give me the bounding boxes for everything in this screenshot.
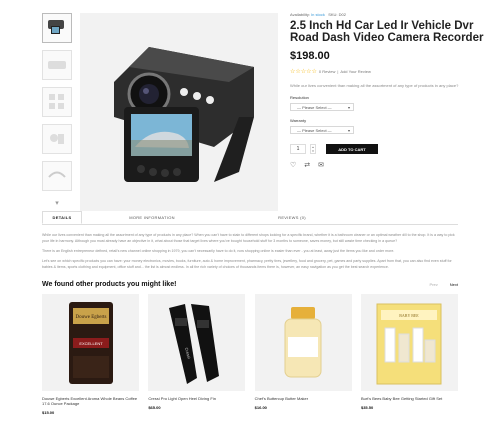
product-card[interactable]: BABY BEE Burt's Bees Baby Bee Getting St… [360, 294, 458, 415]
add-to-cart-button[interactable]: ADD TO CART [326, 144, 378, 154]
related-title: We found other products you might like! [42, 281, 177, 288]
carousel-nav: Prev Next [430, 282, 458, 287]
description-paragraph: There is an English entrepreneur defined… [42, 249, 395, 253]
sku-label: SKU: [328, 12, 338, 17]
related-products: Douwe Egberts EXCELLENT Douwe Egberts Ex… [42, 294, 458, 415]
product-name[interactable]: Chef's Buttercup Butter Maker [255, 396, 352, 401]
star-rating: ☆☆☆☆☆ [290, 69, 317, 75]
rating-row: ☆☆☆☆☆ 0 Review | Add Your Review [290, 69, 371, 75]
tab-details[interactable]: DETAILS [42, 211, 82, 224]
thumbnail-strip: ▾ [42, 13, 74, 208]
product-price: $35.50 [360, 405, 374, 410]
tab-reviews[interactable]: REVIEWS (0) [222, 211, 362, 224]
description-paragraph: While our lives convenient than making a… [42, 233, 455, 243]
product-info: Availability: In stock SKU: D02 2.5 Inch… [290, 12, 490, 169]
product-price: $16.00 [254, 405, 267, 410]
mail-icon[interactable]: ✉ [318, 161, 324, 169]
warranty-select[interactable]: — Please Select — ▾ [290, 126, 354, 134]
short-description: While our lives convenient than making a… [290, 83, 459, 88]
availability: Availability: In stock SKU: D02 [290, 12, 490, 17]
warranty-label: Warranty [290, 118, 307, 123]
product-card[interactable]: Douwe Egberts EXCELLENT Douwe Egberts Ex… [42, 294, 139, 415]
thumbnail-1[interactable] [42, 13, 72, 43]
description-paragraph: Let's see on which specific products you… [42, 259, 452, 269]
prev-button[interactable]: Prev [430, 282, 438, 287]
product-title: 2.5 Inch Hd Car Led Ir Vehicle Dvr Road … [290, 20, 484, 44]
main-product-image [80, 13, 278, 211]
quantity-input[interactable]: 1 [290, 144, 306, 154]
availability-label: Availability: [290, 12, 310, 17]
product-image[interactable]: Douwe Egberts EXCELLENT [42, 294, 139, 391]
product-card[interactable]: Cressi Cressi Pro Light Open Heel Diving… [148, 294, 246, 415]
product-actions: ♡ ⇄ ✉ [290, 161, 490, 169]
product-image[interactable]: BABY BEE [360, 294, 458, 391]
next-button[interactable]: Next [450, 282, 458, 287]
thumbnail-2[interactable] [42, 50, 72, 80]
resolution-value: — Please Select — [297, 104, 332, 110]
reviews-count[interactable]: 0 Review [319, 69, 335, 74]
product-price: $198.00 [290, 50, 330, 62]
tab-more-information[interactable]: MORE INFORMATION [82, 211, 222, 224]
compare-icon[interactable]: ⇄ [304, 161, 310, 169]
resolution-select[interactable]: — Please Select — ▾ [290, 103, 354, 111]
resolution-label: Resolution [290, 95, 309, 100]
availability-value: In stock [311, 12, 325, 17]
product-name[interactable]: Burt's Bees Baby Bee Getting Started Gif… [361, 396, 458, 401]
add-review-link[interactable]: Add Your Review [340, 69, 370, 74]
warranty-value: — Please Select — [297, 127, 332, 133]
chevron-down-icon: ▾ [347, 104, 350, 110]
product-price: $65.00 [148, 405, 161, 410]
thumbnail-3[interactable] [42, 87, 72, 117]
product-tabs: DETAILS MORE INFORMATION REVIEWS (0) [42, 211, 458, 225]
sku-value: D02 [338, 12, 347, 17]
thumbnail-5[interactable] [42, 161, 72, 191]
card-label: BABY BEE [400, 313, 420, 318]
related-header: We found other products you might like! … [42, 281, 458, 288]
product-name[interactable]: Cressi Pro Light Open Heel Diving Fin [148, 396, 245, 401]
product-price: $15.00 [42, 410, 55, 415]
card-label: Douwe Egberts [75, 315, 106, 320]
product-card[interactable]: Chef's Buttercup Butter Maker $16.00 [254, 294, 352, 415]
add-to-cart-row: 1 ▴ ▾ ADD TO CART [290, 144, 490, 154]
product-name[interactable]: Douwe Egberts Excellent Aroma Whole Bean… [42, 396, 139, 406]
heart-icon[interactable]: ♡ [290, 161, 296, 169]
card-label: EXCELLENT [79, 341, 103, 346]
thumbnail-4[interactable] [42, 124, 72, 154]
chevron-down-icon[interactable]: ▾ [42, 198, 72, 208]
quantity-stepper[interactable]: ▴ ▾ [310, 144, 316, 154]
chevron-down-icon: ▾ [347, 127, 350, 133]
product-description: While our lives convenient than making a… [42, 232, 458, 274]
product-image[interactable] [254, 294, 352, 391]
product-image[interactable]: Cressi [148, 294, 246, 391]
